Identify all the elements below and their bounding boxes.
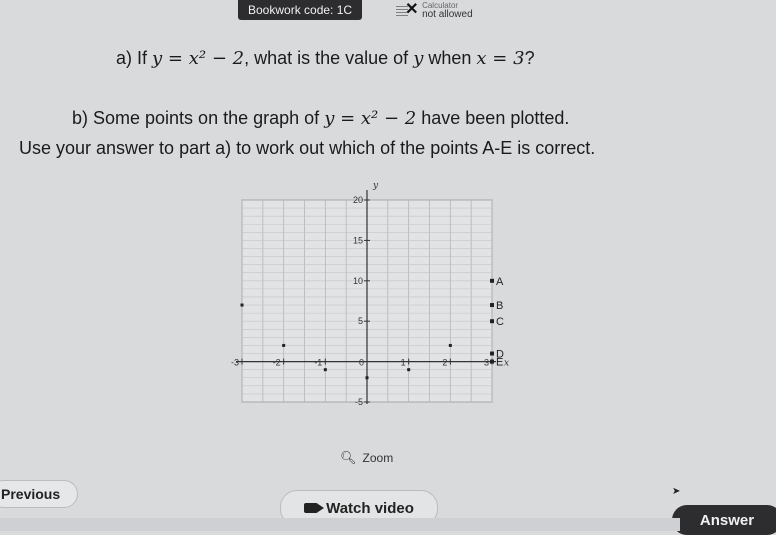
part-a-when: when — [428, 48, 472, 68]
watch-video-label: Watch video — [326, 499, 414, 517]
candidate-point-label: A — [496, 276, 504, 288]
x-tick-label: 1 — [401, 358, 406, 368]
candidate-point — [490, 319, 494, 324]
previous-label: Previous — [1, 486, 61, 502]
question-part-a: a) If y = x² − 2, what is the value of y… — [116, 48, 535, 69]
calculator-not-allowed-icon: ✕ — [396, 1, 418, 18]
y-tick-label: 15 — [353, 235, 363, 245]
part-b-equation: y = x² − 2 — [324, 108, 417, 129]
x-axis-label: x — [504, 359, 509, 369]
plotted-point — [282, 343, 286, 347]
graph: yx-3 -2 -1 0 1 2 32015105-5ABCDE — [231, 181, 509, 407]
part-a-prefix: a) If — [116, 48, 148, 68]
magnifier-icon: 🔍︎ — [340, 450, 357, 465]
part-b-end: have been plotted. — [421, 108, 570, 128]
x-tick-label: -1 — [314, 358, 322, 368]
mouse-cursor-icon: ➤ — [672, 486, 681, 497]
bottom-strip — [0, 518, 680, 531]
candidate-point — [490, 278, 494, 283]
calculator-status: ✕ Calculator not allowed — [396, 1, 473, 20]
question-part-b-line2: Use your answer to part a) to work out w… — [19, 138, 596, 158]
x-tick-label: 2 — [442, 358, 447, 368]
part-a-condition: x = 3 — [476, 48, 525, 69]
candidate-point-label: C — [496, 316, 504, 328]
top-bar: Bookwork code: 1C ✕ Calculator not allow… — [238, 0, 473, 20]
y-tick-label: 5 — [358, 316, 363, 326]
part-a-end: ? — [524, 48, 535, 68]
y-axis-label: y — [372, 181, 379, 191]
y-tick-label: 10 — [353, 276, 363, 286]
candidate-point — [490, 303, 494, 308]
x-tick-label: 3 — [484, 358, 489, 368]
part-a-variable: y — [413, 48, 424, 69]
y-tick-label: -5 — [355, 397, 363, 407]
y-tick-label: 20 — [353, 195, 363, 205]
previous-button[interactable]: Previous — [0, 480, 78, 508]
answer-label: Answer — [699, 511, 755, 529]
zoom-label: Zoom — [362, 451, 394, 465]
part-a-equation: y = x² − 2 — [152, 48, 245, 69]
plotted-point — [323, 368, 327, 372]
part-b-prefix: b) Some points on the graph of — [72, 108, 320, 128]
plotted-point — [448, 343, 452, 347]
plotted-point — [240, 303, 244, 307]
candidate-point-label: B — [496, 300, 503, 312]
zoom-control[interactable]: 🔍︎ Zoom — [340, 450, 393, 466]
x-tick-label: -2 — [273, 358, 281, 368]
plotted-point — [407, 368, 411, 372]
x-tick-label: -3 — [231, 358, 239, 368]
video-camera-icon — [304, 503, 325, 513]
bookwork-code-badge: Bookwork code: 1C — [238, 0, 363, 20]
calculator-status-text: not allowed — [422, 9, 473, 20]
candidate-point — [490, 351, 494, 356]
part-a-mid: , what is the value of — [244, 48, 409, 68]
x-tick-label: 0 — [359, 358, 364, 368]
plotted-point — [365, 376, 369, 380]
candidate-point — [490, 359, 494, 364]
question-part-b-line1: b) Some points on the graph of y = x² − … — [72, 108, 569, 129]
candidate-point-label: E — [496, 357, 503, 369]
